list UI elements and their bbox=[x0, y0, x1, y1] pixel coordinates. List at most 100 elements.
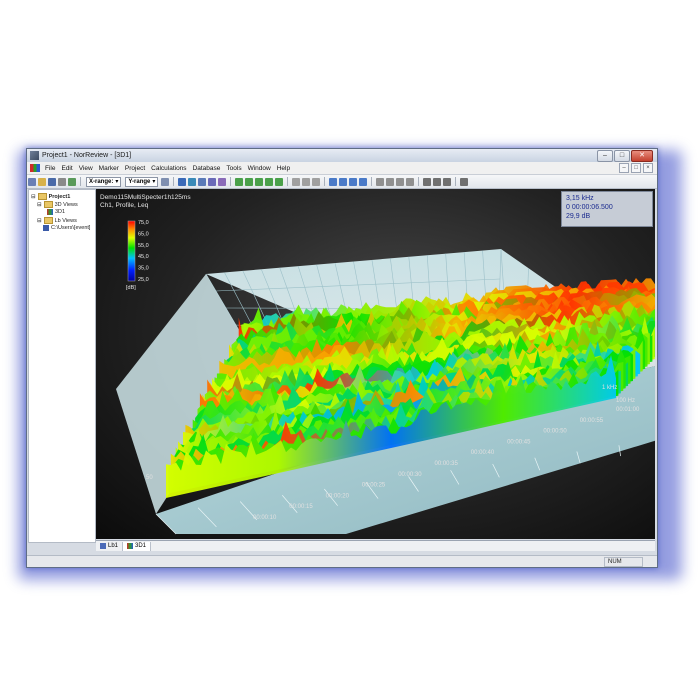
menu-bar: File Edit View Marker Project Calculatio… bbox=[27, 162, 657, 175]
table-icon[interactable] bbox=[218, 177, 227, 186]
collapse-icon[interactable]: ⊟ bbox=[37, 202, 42, 208]
time-axis-tick: 00:00:55 bbox=[580, 418, 604, 424]
colorbar-tick-label: 35,0 bbox=[138, 266, 149, 272]
tab-label: Lb1 bbox=[108, 543, 119, 549]
open-icon[interactable] bbox=[38, 177, 46, 186]
chart-bar-icon[interactable] bbox=[178, 177, 187, 186]
menu-tools[interactable]: Tools bbox=[223, 165, 244, 172]
tab-3d1[interactable]: 3D1 bbox=[123, 541, 152, 551]
project-icon bbox=[37, 193, 47, 200]
menu-database[interactable]: Database bbox=[190, 165, 224, 172]
view-side-icon[interactable] bbox=[349, 177, 358, 186]
y-range-label: Y-range bbox=[128, 178, 151, 185]
close-button[interactable]: ✕ bbox=[631, 150, 653, 162]
cursor-readout: 3,15 kHz 0 00:00:06.500 29,9 dB bbox=[561, 191, 653, 227]
save-icon[interactable] bbox=[48, 177, 56, 186]
tab-label: 3D1 bbox=[135, 543, 147, 549]
tab-lb1[interactable]: Lb1 bbox=[96, 541, 124, 551]
window-title: Project1 - NorReview - [3D1] bbox=[42, 152, 132, 159]
toolbar-separator bbox=[230, 177, 232, 186]
colorbar-tick-label: 25,0 bbox=[138, 277, 149, 283]
print-icon[interactable] bbox=[58, 177, 66, 186]
toolbar-separator bbox=[80, 177, 81, 186]
toolbar: X-range: ▾ Y-range ▾ bbox=[27, 175, 657, 189]
toolbar-separator bbox=[173, 177, 175, 186]
colorbar bbox=[127, 220, 136, 282]
chart-line-icon[interactable] bbox=[188, 177, 197, 186]
stop-icon[interactable] bbox=[396, 177, 405, 186]
range-icon[interactable] bbox=[312, 177, 321, 186]
tree-root[interactable]: ⊟ Project1 bbox=[31, 193, 70, 200]
tree-item-3d1[interactable]: 3D1 bbox=[47, 209, 65, 215]
settings-icon[interactable] bbox=[423, 177, 432, 186]
new-icon[interactable] bbox=[28, 177, 36, 186]
view-3d-icon[interactable] bbox=[329, 177, 338, 186]
zoom-fit-icon[interactable] bbox=[161, 177, 170, 186]
plot-3d[interactable]: 75,0 65,0 55,0 45,0 35,0 25,0 [dB] 00:00:10 00:… bbox=[96, 189, 655, 539]
menu-help[interactable]: Help bbox=[274, 165, 293, 172]
app-window: Project1 - NorReview - [3D1] – □ ✕ File … bbox=[26, 148, 658, 568]
time-axis-tick: 00:00:35 bbox=[435, 461, 459, 467]
project-tree: ⊟ Project1 ⊟ 3D Views 3D1 ⊟ Lb Views C:\… bbox=[28, 189, 96, 543]
export-icon[interactable] bbox=[68, 177, 76, 186]
menu-view[interactable]: View bbox=[76, 165, 96, 172]
tree-item-label: Lb Views bbox=[54, 217, 77, 224]
collapse-icon[interactable]: ⊟ bbox=[37, 218, 42, 224]
toolbar-separator bbox=[324, 177, 326, 186]
legend-icon[interactable] bbox=[443, 177, 452, 186]
maximize-button[interactable]: □ bbox=[614, 150, 630, 162]
zoom-out-icon[interactable] bbox=[245, 177, 254, 186]
time-axis-tick: 00:00:50 bbox=[543, 429, 567, 435]
toolbar-separator bbox=[371, 177, 373, 186]
play-icon[interactable] bbox=[386, 177, 395, 186]
minimize-button[interactable]: – bbox=[597, 150, 613, 162]
folder-icon bbox=[43, 201, 53, 208]
x-range-select[interactable]: X-range: ▾ bbox=[86, 176, 122, 187]
tree-item-label: C:\Users\[event] bbox=[51, 225, 91, 231]
menu-edit[interactable]: Edit bbox=[58, 165, 75, 172]
plot-subtitle: Ch1, Profile, Leq bbox=[100, 202, 149, 209]
tree-item-3d-views[interactable]: ⊟ 3D Views bbox=[37, 201, 78, 208]
zoom-y-icon[interactable] bbox=[265, 177, 274, 186]
tree-item-path[interactable]: C:\Users\[event] bbox=[43, 225, 90, 231]
cursor-icon[interactable] bbox=[292, 177, 301, 186]
menu-project[interactable]: Project bbox=[122, 165, 148, 172]
toolbar-separator bbox=[455, 177, 457, 186]
document-icon[interactable] bbox=[30, 164, 40, 172]
title-bar: Project1 - NorReview - [3D1] – □ ✕ bbox=[27, 149, 657, 162]
zoom-in-icon[interactable] bbox=[235, 177, 244, 186]
view-top-icon[interactable] bbox=[339, 177, 348, 186]
profile-icon[interactable] bbox=[208, 177, 217, 186]
app-icon bbox=[30, 151, 39, 160]
time-axis-tick: 00:00:30 bbox=[398, 472, 422, 478]
tree-item-label: 3D1 bbox=[55, 209, 66, 215]
mdi-restore-icon[interactable]: □ bbox=[631, 163, 641, 173]
tree-item-lb-views[interactable]: ⊟ Lb Views bbox=[37, 217, 77, 224]
marker-icon[interactable] bbox=[302, 177, 311, 186]
y-range-select[interactable]: Y-range ▾ bbox=[125, 176, 159, 187]
plot-file-name: Demo115MultiSpecter1h125ms bbox=[100, 194, 191, 201]
tree-item-label: 3D Views bbox=[54, 201, 78, 208]
play-forward-icon[interactable] bbox=[406, 177, 415, 186]
time-axis-tick: 00:00:40 bbox=[471, 450, 495, 456]
collapse-icon[interactable]: ⊟ bbox=[31, 194, 36, 200]
help-icon[interactable] bbox=[460, 177, 469, 186]
menu-calculations[interactable]: Calculations bbox=[148, 165, 189, 172]
chevron-down-icon: ▾ bbox=[115, 178, 119, 185]
spectrum-icon[interactable] bbox=[198, 177, 207, 186]
menu-marker[interactable]: Marker bbox=[96, 165, 122, 172]
mdi-minimize-icon[interactable]: – bbox=[619, 163, 629, 173]
play-back-icon[interactable] bbox=[376, 177, 385, 186]
view-front-icon[interactable] bbox=[359, 177, 368, 186]
mdi-close-icon[interactable]: × bbox=[643, 163, 653, 173]
grid-icon[interactable] bbox=[433, 177, 442, 186]
zoom-x-icon[interactable] bbox=[255, 177, 264, 186]
folder-icon bbox=[43, 217, 53, 224]
freq-axis-tick: 100 Hz bbox=[616, 398, 635, 404]
menu-window[interactable]: Window bbox=[245, 165, 274, 172]
time-axis-tick: 00:00:25 bbox=[362, 483, 386, 489]
colorbar-tick-label: 65,0 bbox=[138, 231, 149, 237]
menu-file[interactable]: File bbox=[42, 165, 58, 172]
time-axis-tick: 00:00:10 bbox=[253, 515, 277, 521]
zoom-reset-icon[interactable] bbox=[275, 177, 284, 186]
